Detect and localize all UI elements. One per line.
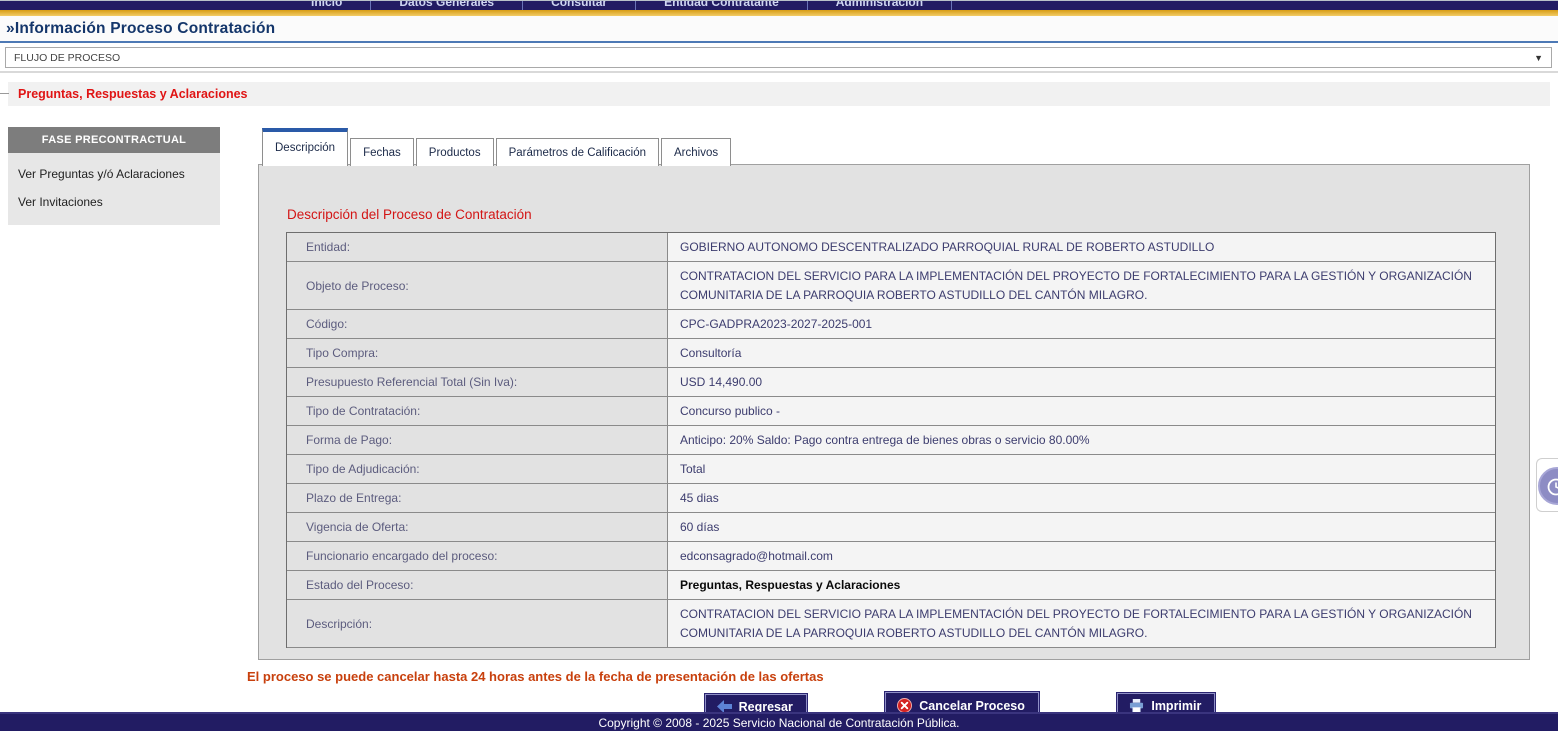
floating-widget[interactable]	[1536, 458, 1558, 512]
status-banner: Preguntas, Respuestas y Aclaraciones	[8, 82, 1550, 106]
status-value: Preguntas, Respuestas y Aclaraciones	[667, 571, 1495, 599]
row-estado-del-proceso: Estado del Proceso: Preguntas, Respuesta…	[287, 571, 1495, 600]
sidebar-fase-precontractual: FASE PRECONTRACTUAL Ver Preguntas y/ó Ac…	[8, 127, 220, 225]
field-value: GOBIERNO AUTONOMO DESCENTRALIZADO PARROQ…	[667, 233, 1495, 261]
tab-descripcion[interactable]: Descripción	[262, 128, 348, 166]
copyright-text: Copyright © 2008 - 2025 Servicio Naciona…	[598, 716, 959, 730]
top-navigation: Inicio Datos Generales Consultar Entidad…	[0, 0, 1558, 10]
row-tipo-contratacion: Tipo de Contratación: Concurso publico -	[287, 397, 1495, 426]
row-funcionario-encargado: Funcionario encargado del proceso: edcon…	[287, 542, 1495, 571]
row-plazo-de-entrega: Plazo de Entrega: 45 dias	[287, 484, 1495, 513]
field-label: Entidad:	[287, 233, 667, 261]
page-title: »Información Proceso Contratación	[6, 20, 1550, 38]
tab-parametros-calificacion[interactable]: Parámetros de Calificación	[496, 138, 659, 166]
field-label: Tipo Compra:	[287, 339, 667, 367]
field-value: 45 dias	[667, 484, 1495, 512]
sidebar-item-ver-invitaciones[interactable]: Ver Invitaciones	[8, 187, 220, 215]
description-panel: Descripción del Proceso de Contratación …	[258, 164, 1530, 660]
print-button-label: Imprimir	[1151, 699, 1201, 713]
field-label: Código:	[287, 310, 667, 338]
tab-productos[interactable]: Productos	[416, 138, 494, 166]
nav-item-entidad-contratante[interactable]: Entidad Contratante	[635, 0, 807, 10]
field-value: Concurso publico -	[667, 397, 1495, 425]
field-label: Forma de Pago:	[287, 426, 667, 454]
nav-item-consultar[interactable]: Consultar	[522, 0, 635, 10]
field-label: Plazo de Entrega:	[287, 484, 667, 512]
row-objeto-de-proceso: Objeto de Proceso: CONTRATACION DEL SERV…	[287, 262, 1495, 310]
sidebar-title: FASE PRECONTRACTUAL	[8, 127, 220, 153]
field-label: Estado del Proceso:	[287, 571, 667, 599]
process-flow-selected-value: FLUJO DE PROCESO	[14, 52, 120, 64]
banner-left-stub	[0, 93, 9, 94]
description-section-title: Descripción del Proceso de Contratación	[259, 165, 1529, 232]
title-bar: »Información Proceso Contratación	[0, 16, 1558, 43]
tab-fechas[interactable]: Fechas	[350, 138, 414, 166]
row-descripcion: Descripción: CONTRATACION DEL SERVICIO P…	[287, 600, 1495, 648]
field-value: Total	[667, 455, 1495, 483]
row-tipo-adjudicacion: Tipo de Adjudicación: Total	[287, 455, 1495, 484]
nav-item-inicio[interactable]: Inicio	[283, 0, 370, 10]
field-value: CONTRATACION DEL SERVICIO PARA LA IMPLEM…	[667, 600, 1495, 647]
field-value: CPC-GADPRA2023-2027-2025-001	[667, 310, 1495, 338]
row-codigo: Código: CPC-GADPRA2023-2027-2025-001	[287, 310, 1495, 339]
printer-icon	[1129, 699, 1144, 713]
field-value: Anticipo: 20% Saldo: Pago contra entrega…	[667, 426, 1495, 454]
row-entidad: Entidad: GOBIERNO AUTONOMO DESCENTRALIZA…	[287, 233, 1495, 262]
field-label: Funcionario encargado del proceso:	[287, 542, 667, 570]
field-label: Objeto de Proceso:	[287, 262, 667, 309]
footer: Copyright © 2008 - 2025 Servicio Naciona…	[0, 712, 1558, 731]
row-vigencia-de-oferta: Vigencia de Oferta: 60 días	[287, 513, 1495, 542]
field-value: 60 días	[667, 513, 1495, 541]
field-label: Tipo de Adjudicación:	[287, 455, 667, 483]
main-area: FASE PRECONTRACTUAL Ver Preguntas y/ó Ac…	[0, 127, 1558, 660]
nav-item-administracion[interactable]: Administración	[807, 0, 952, 10]
cancel-notice: El proceso se puede cancelar hasta 24 ho…	[247, 669, 1558, 684]
field-value: edconsagrado@hotmail.com	[667, 542, 1495, 570]
sidebar-item-ver-preguntas[interactable]: Ver Preguntas y/ó Aclaraciones	[8, 159, 220, 187]
status-banner-text: Preguntas, Respuestas y Aclaraciones	[8, 87, 248, 101]
row-tipo-compra: Tipo Compra: Consultoría	[287, 339, 1495, 368]
field-value: CONTRATACION DEL SERVICIO PARA LA IMPLEM…	[667, 262, 1495, 309]
content-area: Descripción Fechas Productos Parámetros …	[258, 127, 1530, 660]
field-value: Consultoría	[667, 339, 1495, 367]
sidebar-body: Ver Preguntas y/ó Aclaraciones Ver Invit…	[8, 153, 220, 225]
tab-archivos[interactable]: Archivos	[661, 138, 731, 166]
tab-strip: Descripción Fechas Productos Parámetros …	[258, 127, 1530, 165]
field-label: Tipo de Contratación:	[287, 397, 667, 425]
field-label: Descripción:	[287, 600, 667, 647]
field-value: USD 14,490.00	[667, 368, 1495, 396]
clock-widget-icon	[1538, 467, 1558, 505]
chevron-down-icon: ▼	[1534, 53, 1543, 63]
process-details-table: Entidad: GOBIERNO AUTONOMO DESCENTRALIZA…	[286, 232, 1496, 648]
nav-item-datos-generales[interactable]: Datos Generales	[370, 0, 522, 10]
field-label: Presupuesto Referencial Total (Sin Iva):	[287, 368, 667, 396]
row-forma-de-pago: Forma de Pago: Anticipo: 20% Saldo: Pago…	[287, 426, 1495, 455]
process-flow-select[interactable]: FLUJO DE PROCESO ▼	[5, 47, 1552, 68]
row-presupuesto-referencial: Presupuesto Referencial Total (Sin Iva):…	[287, 368, 1495, 397]
cancel-button-label: Cancelar Proceso	[919, 699, 1025, 713]
field-label: Vigencia de Oferta:	[287, 513, 667, 541]
cancel-icon	[897, 698, 912, 713]
page-divider	[0, 71, 1558, 73]
